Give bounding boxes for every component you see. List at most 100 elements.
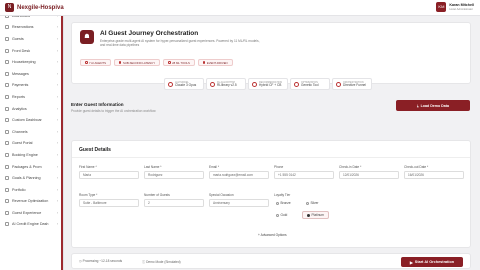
feature-chip: 7 AI AGENTS — [80, 59, 111, 66]
loyalty-label: Loyalty Tier — [274, 193, 291, 197]
user-role: Hotel Administrator — [449, 6, 474, 11]
nav-icon — [5, 210, 9, 215]
loyalty-option-gold[interactable]: Gold — [276, 213, 287, 217]
occasion-label: Special Occasion — [209, 193, 234, 197]
num-guests-input[interactable]: 2 — [144, 199, 204, 207]
sidebar-item-custom-dashboar[interactable]: Custom Dashboar › — [0, 114, 63, 126]
stat-card-llm: LLM MODEL Claude 3 Opus — [164, 78, 204, 90]
sidebar-item-label: Custom Dashboar — [12, 118, 42, 123]
phone-input[interactable]: +1 555 0142 — [274, 171, 334, 179]
room-type-label: Room Type * — [79, 193, 98, 197]
avatar: KM — [436, 2, 447, 12]
sidebar-item-payments[interactable]: Payments › — [0, 80, 63, 92]
section-heading: Enter Guest Information — [71, 102, 124, 107]
radio-icon — [276, 213, 279, 217]
sidebar-scrollbar[interactable] — [61, 16, 63, 270]
nav-icon — [5, 60, 9, 65]
chevron-right-icon: › — [56, 152, 58, 157]
sidebar-item-packages-prom[interactable]: Packages & Prom › — [0, 161, 63, 173]
sidebar-item-front-desk[interactable]: Front Desk › — [0, 45, 63, 57]
sidebar-item-booking-engine[interactable]: Booking Engine › — [0, 149, 63, 161]
num-guests-label: Number of Guests — [144, 193, 170, 197]
feature-chip: 28 ML TOOLS — [163, 59, 195, 66]
hero-card: ☗ AI Guest Journey Orchestration Enterpr… — [71, 22, 471, 84]
sidebar-item-label: Guests — [12, 36, 24, 41]
brand[interactable]: N Nexgile-Hospiva — [5, 3, 64, 12]
email-field[interactable]: maria.rodriguez@email.com — [209, 171, 269, 179]
lightbulb-icon — [252, 81, 257, 87]
event-icon — [202, 61, 206, 64]
sidebar-item-label: Guest Portal — [12, 141, 33, 146]
chevron-right-icon: › — [56, 187, 58, 192]
sidebar-item-reservations[interactable]: Reservations › — [0, 22, 63, 34]
chevron-right-icon: › — [57, 16, 58, 18]
bolt-icon — [85, 61, 88, 64]
sidebar-item-ai-credit-engine-dash[interactable]: AI Credit Engine Dash › — [0, 219, 63, 231]
sidebar-item-messages[interactable]: Messages › — [0, 68, 63, 80]
sidebar-item-guests[interactable]: Guests › — [0, 33, 63, 45]
chevron-right-icon: › — [56, 94, 58, 99]
sidebar-item-label: Channels — [12, 129, 28, 134]
sidebar-item-label: Analytics — [12, 106, 27, 111]
user-menu[interactable]: KM Karan Mitchell Hotel Administrator — [436, 2, 474, 12]
sidebar-item-label: Front Desk — [12, 48, 31, 53]
loyalty-option-silver[interactable]: Silver — [306, 201, 318, 205]
checkout-date-input[interactable]: 16/01/2026 — [404, 171, 464, 179]
play-icon: ▶ — [409, 260, 413, 265]
nav-icon — [5, 141, 9, 146]
sidebar-item-portfolio[interactable]: Portfolio › — [0, 184, 63, 196]
chevron-right-icon: › — [56, 210, 58, 215]
sidebar-item-label: Guest Experience — [12, 210, 42, 215]
brain-icon — [168, 81, 173, 87]
occasion-select[interactable]: Anniversary — [209, 199, 269, 207]
main-content: ☗ AI Guest Journey Orchestration Enterpr… — [64, 16, 480, 270]
start-orchestration-button[interactable]: ▶ Start AI Orchestration — [401, 257, 463, 267]
feature-chips: 7 AI AGENTS SUB-SECOND LATENCY 28 ML TOO… — [80, 59, 233, 66]
last-name-input[interactable]: Rodriguez — [144, 171, 204, 179]
sidebar-item-label: Reservations — [12, 25, 34, 30]
chevron-right-icon: › — [56, 199, 58, 204]
sidebar-item-revenue-optimization[interactable]: Revenue Optimization › — [0, 196, 63, 208]
nav-icon — [5, 106, 9, 111]
chevron-right-icon: › — [56, 129, 58, 134]
room-type-select[interactable]: Suite - Baltimore — [79, 199, 139, 207]
first-name-label: First Name * — [79, 165, 97, 169]
nav-icon — [5, 199, 9, 204]
advanced-options-toggle[interactable]: + Advanced Options — [258, 233, 287, 237]
sidebar-item-guest-portal[interactable]: Guest Portal › — [0, 138, 63, 150]
loyalty-option-platinum[interactable]: Platinum — [302, 211, 329, 219]
chevron-right-icon: › — [56, 222, 58, 227]
stat-card-orchestration: ORCHESTRATION Directive Funnel — [332, 78, 372, 90]
sidebar-item-goals-planning[interactable]: Goals & Planning › — [0, 172, 63, 184]
loyalty-option-bronze[interactable]: Bronze — [276, 201, 291, 205]
first-name-input[interactable]: Maria — [79, 171, 139, 179]
sidebar-item-label: Packages & Prom — [12, 164, 42, 169]
sidebar-item-label: Payments — [12, 83, 29, 88]
nav-icon — [5, 36, 9, 41]
nav-icon — [5, 129, 9, 134]
sidebar-item-analytics[interactable]: Analytics › — [0, 103, 63, 115]
stat-card-optimization: OPTIMIZATION Genetic Tool — [290, 78, 330, 90]
radio-icon — [306, 201, 309, 205]
nav-icon — [5, 152, 9, 157]
checkin-label: Check-in Date * — [339, 165, 362, 169]
sidebar-item-channels[interactable]: Channels › — [0, 126, 63, 138]
chevron-right-icon: › — [56, 118, 58, 123]
load-demo-data-button[interactable]: ⤓ Load Demo Data — [396, 100, 470, 111]
sidebar-item-housekeeping[interactable]: Housekeeping › — [0, 56, 63, 68]
sidebar-item-label: Housekeeping — [12, 60, 36, 65]
email-label: Email * — [209, 165, 220, 169]
sidebar-item-guest-experience[interactable]: Guest Experience › — [0, 207, 63, 219]
processing-note: ◷ Processing ~12-18 seconds — [79, 259, 123, 263]
nav-icon — [5, 25, 9, 30]
stat-card-rl: RL ALGORITHM RLlibrary v2.5 — [206, 78, 246, 90]
download-icon: ⤓ — [417, 103, 419, 108]
chevron-right-icon: › — [56, 60, 58, 65]
top-bar: N Nexgile-Hospiva KM Karan Mitchell Hote… — [0, 0, 480, 16]
sidebar-item-reports[interactable]: Reports › — [0, 91, 63, 103]
card-title: Guest Details — [79, 147, 111, 153]
checkin-date-input[interactable]: 12/01/2026 — [339, 171, 399, 179]
app-logo: N — [5, 3, 14, 12]
guest-details-card: Guest Details First Name * Maria Last Na… — [71, 140, 471, 248]
stat-card-recommendation: RECOMMENDATION Hybrid CF + CB — [248, 78, 288, 90]
